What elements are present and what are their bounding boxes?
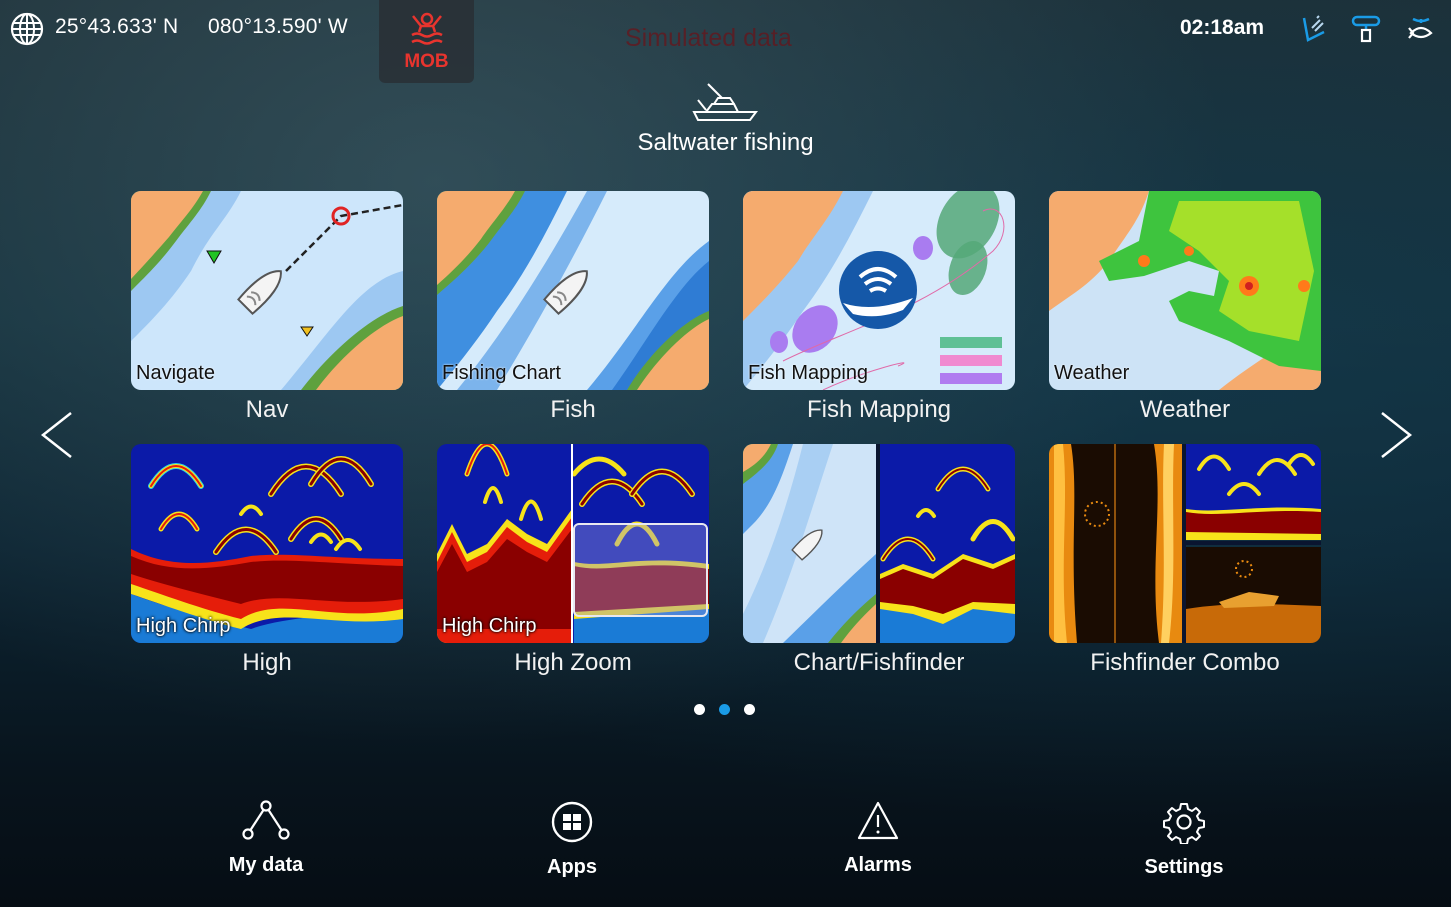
- alarms-label: Alarms: [844, 854, 912, 876]
- app-thumbnail: [1049, 444, 1321, 643]
- app-thumbnail-label: High Chirp: [442, 615, 537, 637]
- settings-button[interactable]: Settings: [1104, 800, 1264, 879]
- alarms-button[interactable]: Alarms: [798, 800, 958, 877]
- simulated-data-watermark: Simulated data: [625, 24, 792, 52]
- app-title: High Zoom: [514, 649, 632, 676]
- radar-icon[interactable]: [1350, 14, 1382, 44]
- app-thumbnail-label: Fishing Chart: [442, 362, 561, 384]
- app-title: Fishfinder Combo: [1090, 649, 1280, 676]
- app-thumbnail: Fish Mapping: [743, 191, 1015, 390]
- page-dot-active[interactable]: [719, 704, 730, 715]
- app-thumbnail: High Chirp: [437, 444, 709, 643]
- my-data-label: My data: [228, 854, 304, 876]
- settings-label: Settings: [1144, 856, 1224, 878]
- profile-title: Saltwater fishing: [637, 129, 814, 156]
- app-tile-fishfinder-combo[interactable]: Fishfinder Combo: [1049, 444, 1321, 677]
- app-title: Nav: [245, 396, 289, 423]
- page-dot[interactable]: [694, 704, 705, 715]
- app-tile-fish-mapping[interactable]: Fish Mapping Fish Mapping: [743, 191, 1015, 424]
- app-thumbnail: High Chirp: [131, 444, 403, 643]
- app-title: Fish Mapping: [806, 396, 952, 423]
- my-data-button[interactable]: My data: [186, 800, 346, 877]
- app-tile-chart-fishfinder[interactable]: Chart/Fishfinder: [743, 444, 1015, 677]
- gear-icon: [1163, 803, 1205, 844]
- mob-icon: [410, 12, 443, 45]
- page-dot[interactable]: [744, 704, 755, 715]
- app-thumbnail-label: Fish Mapping: [748, 362, 869, 384]
- warning-triangle-icon: [857, 801, 899, 840]
- share-nodes-icon: [242, 800, 290, 840]
- app-tile-weather[interactable]: Weather Weather: [1049, 191, 1321, 424]
- apps-button[interactable]: Apps: [492, 800, 652, 879]
- sport-fishing-boat-icon: [692, 83, 758, 121]
- app-thumbnail: Fishing Chart: [437, 191, 709, 390]
- app-title: Weather: [1139, 396, 1231, 423]
- app-thumbnail-label: Weather: [1054, 362, 1130, 384]
- app-thumbnail-label: Navigate: [136, 362, 215, 384]
- app-thumbnail: [743, 444, 1015, 643]
- clock: 02:18am: [1180, 16, 1265, 39]
- app-tile-nav[interactable]: Navigate Nav: [131, 191, 403, 424]
- app-title: Fish: [550, 396, 596, 423]
- longitude-readout: 080°13.590' W: [208, 15, 348, 38]
- app-title: High: [242, 649, 292, 676]
- page-indicator: [694, 704, 755, 715]
- globe-icon[interactable]: [10, 12, 44, 46]
- app-title: Chart/Fishfinder: [793, 649, 965, 676]
- app-tile-fish[interactable]: Fishing Chart Fish: [437, 191, 709, 424]
- apps-label: Apps: [547, 856, 597, 878]
- app-tile-high[interactable]: High Chirp High: [131, 444, 403, 677]
- mob-button[interactable]: MOB: [379, 0, 474, 83]
- mob-label: MOB: [404, 51, 449, 72]
- app-thumbnail: Weather: [1049, 191, 1321, 390]
- fishfinder-icon[interactable]: [1405, 14, 1437, 44]
- autopilot-icon[interactable]: [1298, 14, 1330, 44]
- apps-grid-icon: [551, 801, 593, 843]
- app-tile-high-zoom[interactable]: High Chirp High Zoom: [437, 444, 709, 677]
- chevron-right-icon[interactable]: [1375, 405, 1415, 465]
- app-thumbnail-label: High Chirp: [136, 615, 231, 637]
- chevron-left-icon[interactable]: [38, 405, 78, 465]
- latitude-readout: 25°43.633' N: [55, 15, 179, 38]
- app-thumbnail: Navigate: [131, 191, 403, 390]
